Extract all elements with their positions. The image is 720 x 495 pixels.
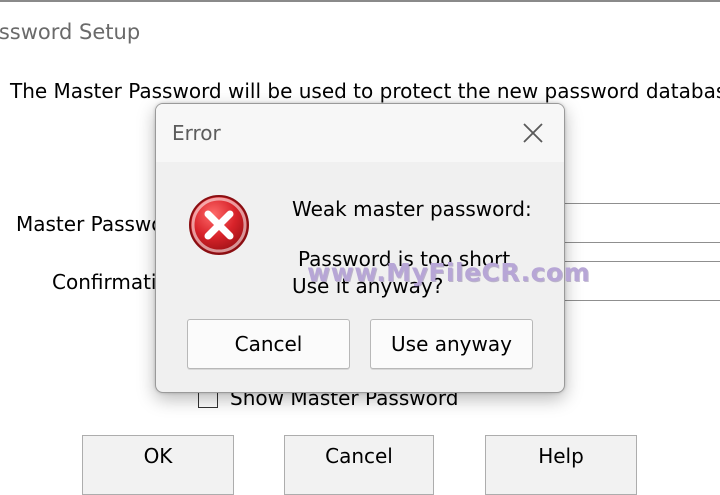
description-text: The Master Password will be used to prot… <box>10 79 720 103</box>
cancel-button[interactable]: Cancel <box>284 435 434 495</box>
help-button[interactable]: Help <box>485 435 637 495</box>
watermark-text: www.MyFileCR.com <box>307 258 591 287</box>
close-x-glyph <box>523 123 543 143</box>
master-password-label: Master Passwo <box>16 212 164 236</box>
dialog-cancel-label: Cancel <box>234 332 303 356</box>
dialog-cancel-button[interactable]: Cancel <box>187 319 350 369</box>
window-title: assword Setup <box>0 20 141 44</box>
error-dialog: Error Weak master password: Password is <box>155 103 565 393</box>
cancel-button-label: Cancel <box>325 444 393 468</box>
window-titlebar[interactable]: assword Setup <box>0 2 720 62</box>
error-dialog-titlebar[interactable]: Error <box>156 104 564 162</box>
error-dialog-title: Error <box>172 121 221 145</box>
close-icon[interactable] <box>516 116 550 150</box>
confirmation-label: Confirmatio <box>52 270 169 294</box>
error-message-heading: Weak master password: <box>292 197 532 221</box>
error-x-icon <box>187 193 251 257</box>
use-anyway-button[interactable]: Use anyway <box>370 319 533 369</box>
ok-button-label: OK <box>143 444 173 468</box>
ok-button[interactable]: OK <box>82 435 234 495</box>
use-anyway-label: Use anyway <box>391 332 512 356</box>
help-button-label: Help <box>538 444 584 468</box>
